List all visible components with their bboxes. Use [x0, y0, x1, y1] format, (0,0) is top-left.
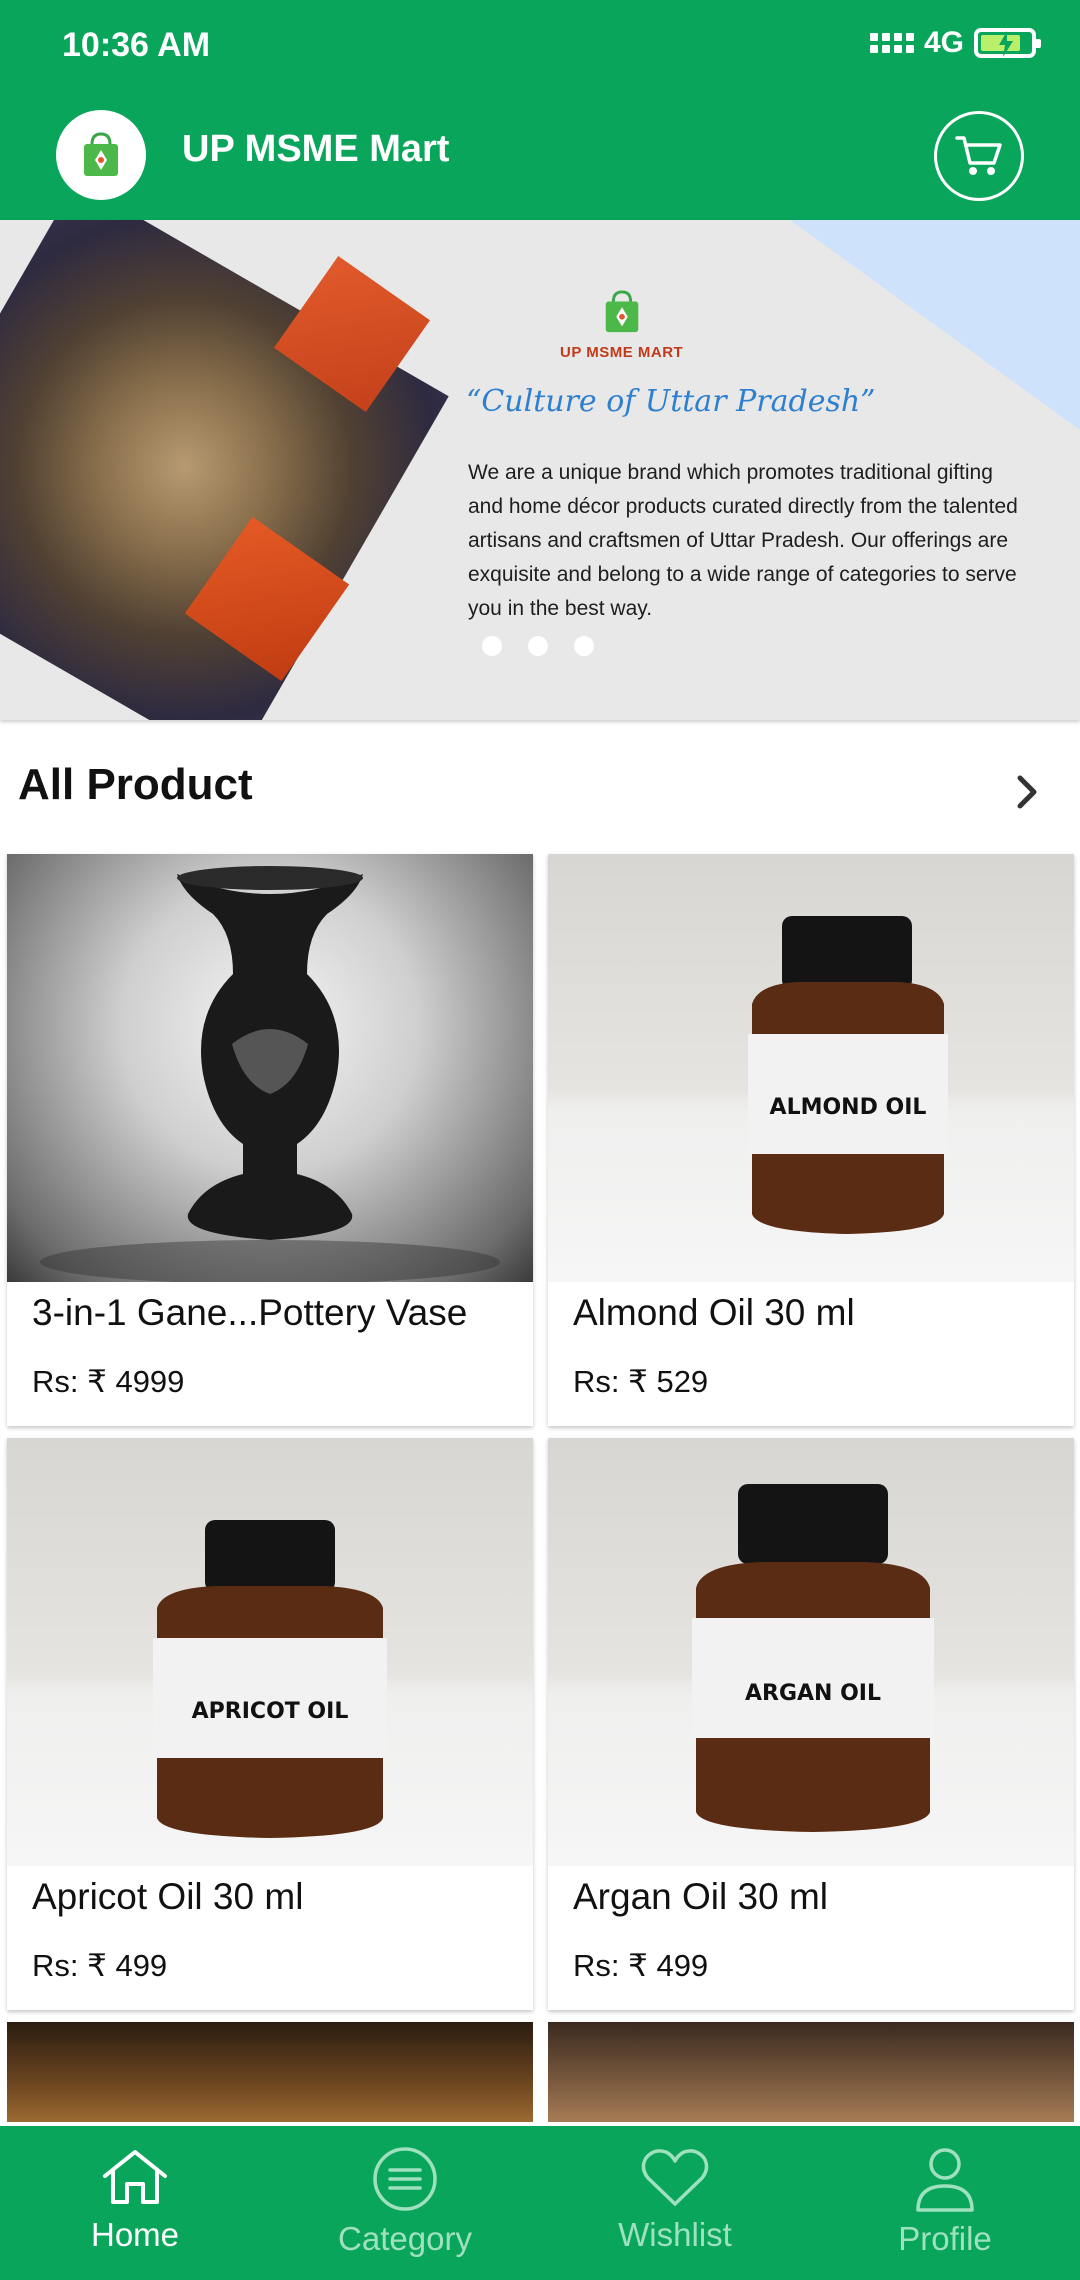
shopping-bag-icon — [605, 290, 638, 333]
product-name[interactable]: Argan Oil 30 ml — [573, 1876, 828, 1918]
app-bar: UP MSME Mart — [0, 96, 1080, 220]
product-name[interactable]: Almond Oil 30 ml — [573, 1292, 855, 1334]
nav-wishlist-label: Wishlist — [618, 2216, 732, 2253]
status-bar: 10:36 AM 4G — [0, 0, 1080, 96]
status-icons: 4G — [869, 26, 1041, 60]
svg-text:ARGAN OIL: ARGAN OIL — [745, 1681, 881, 1706]
cart-button[interactable] — [934, 111, 1024, 201]
product-image[interactable]: APRICOT OIL — [7, 1438, 533, 1866]
nav-home[interactable]: Home — [0, 2126, 270, 2280]
nav-wishlist[interactable]: Wishlist — [540, 2126, 810, 2280]
svg-text:ALMOND OIL: ALMOND OIL — [770, 1095, 927, 1120]
view-all-button[interactable] — [1010, 772, 1046, 817]
nav-home-label: Home — [90, 2216, 180, 2253]
promo-banner[interactable]: UP MSME MART “Culture of Uttar Pradesh” … — [0, 220, 1080, 720]
section-title: All Product — [18, 760, 253, 809]
heart-icon — [641, 2149, 709, 2206]
product-price: Rs: ₹ 4999 — [32, 1364, 185, 1399]
carousel-dot[interactable] — [574, 636, 594, 656]
nav-category-label: Category — [338, 2220, 472, 2257]
home-icon — [103, 2150, 167, 2204]
product-image[interactable]: ARGAN OIL — [548, 1438, 1074, 1866]
carousel-indicator[interactable] — [482, 636, 594, 656]
svg-text:APRICOT OIL: APRICOT OIL — [192, 1699, 349, 1724]
nav-profile[interactable]: Profile — [810, 2126, 1080, 2280]
nav-profile-label: Profile — [898, 2220, 992, 2257]
cart-icon — [955, 136, 1002, 175]
banner-logo: UP MSME MART — [560, 286, 683, 361]
signal-icon — [869, 33, 914, 53]
banner-brand: UP MSME MART — [560, 344, 684, 361]
user-icon — [916, 2148, 974, 2212]
app-title: UP MSME Mart — [182, 128, 450, 170]
chevron-right-icon — [1017, 775, 1037, 809]
product-price: Rs: ₹ 499 — [573, 1948, 709, 1983]
network-label: 4G — [923, 26, 964, 59]
product-card[interactable]: 3-in-1 Gane...Pottery Vase Rs: ₹ 4999 — [7, 854, 533, 1426]
banner-tagline: “Culture of Uttar Pradesh” — [466, 384, 876, 419]
banner-description: We are a unique brand which promotes tra… — [468, 461, 1018, 620]
status-time: 10:36 AM — [62, 26, 211, 64]
product-card[interactable]: ALMOND OIL Almond Oil 30 ml Rs: ₹ 529 — [548, 854, 1074, 1426]
product-name[interactable]: 3-in-1 Gane...Pottery Vase — [32, 1292, 467, 1334]
app-logo[interactable] — [56, 110, 146, 200]
product-price: Rs: ₹ 499 — [32, 1948, 168, 1983]
shopping-bag-icon — [84, 132, 118, 176]
product-card-partial[interactable] — [7, 2022, 533, 2122]
battery-icon — [974, 28, 1041, 58]
product-card[interactable]: ARGAN OIL Argan Oil 30 ml Rs: ₹ 499 — [548, 1438, 1074, 2010]
product-price: Rs: ₹ 529 — [573, 1364, 709, 1399]
bottom-navigation: Home Category Wishlist Profile — [0, 2126, 1080, 2280]
product-name[interactable]: Apricot Oil 30 ml — [32, 1876, 303, 1918]
product-image[interactable] — [7, 854, 533, 1284]
list-icon — [373, 2147, 437, 2211]
product-card[interactable]: APRICOT OIL Apricot Oil 30 ml Rs: ₹ 499 — [7, 1438, 533, 2010]
product-card-partial[interactable] — [548, 2022, 1074, 2122]
carousel-dot[interactable] — [482, 636, 502, 656]
product-image[interactable]: ALMOND OIL — [548, 854, 1074, 1282]
carousel-dot[interactable] — [528, 636, 548, 656]
nav-category[interactable]: Category — [270, 2126, 540, 2280]
